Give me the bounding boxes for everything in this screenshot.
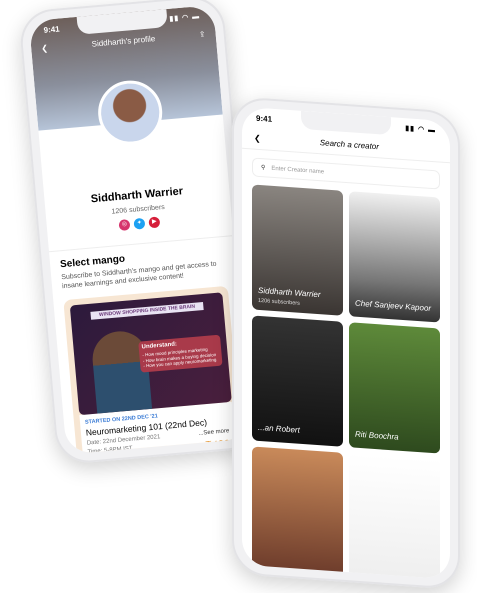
creator-search-input[interactable]: ⚲ Enter Creator name — [252, 157, 440, 190]
see-more-link[interactable]: ...See more — [198, 428, 229, 437]
creator-tile[interactable]: Chef Sanjeev Kapoor — [349, 191, 440, 323]
search-icon: ⚲ — [261, 165, 266, 172]
creator-tile[interactable] — [252, 446, 343, 578]
profile-phone: 9:41 ▮▮ ◠ ▬ ❮ Siddharth's profile ⇪ Siddhar… — [18, 0, 262, 466]
youtube-icon[interactable]: ▶ — [148, 216, 161, 229]
banner-title: WINDOW SHOPPING INSIDE THE BRAIN — [90, 301, 204, 320]
creator-name — [258, 563, 337, 569]
creator-name: Chef Sanjeev Kapoor — [355, 298, 432, 313]
creator-name: Riti Boochra — [355, 429, 399, 442]
page-title: Siddharth's profile — [91, 34, 156, 49]
share-icon[interactable]: ⇪ — [199, 30, 206, 40]
mango-card[interactable]: WINDOW SHOPPING INSIDE THE BRAIN Underst… — [63, 285, 244, 455]
instagram-icon[interactable]: ◎ — [118, 219, 131, 231]
creator-name: ...an Robert — [258, 422, 300, 435]
status-time: 9:41 — [43, 24, 61, 35]
search-placeholder: Enter Creator name — [271, 165, 325, 175]
creator-tile[interactable]: Riti Boochra — [349, 322, 440, 454]
back-icon[interactable]: ❮ — [41, 44, 48, 54]
status-time: 9:41 — [256, 113, 273, 124]
creator-subscribers — [355, 573, 434, 579]
course-time: Time: 5-8PM IST — [87, 445, 133, 455]
back-icon[interactable]: ❮ — [254, 134, 261, 143]
twitter-icon[interactable]: ✦ — [133, 217, 146, 230]
price: ₹499 — [204, 438, 231, 453]
understand-box: Understand: - How mood principles market… — [138, 334, 223, 373]
price-note: onetime — [210, 453, 232, 454]
creator-tile[interactable]: Siddharth Warrier 1206 subscribers — [252, 184, 343, 316]
course-banner: WINDOW SHOPPING INSIDE THE BRAIN Underst… — [69, 292, 232, 416]
signal-battery-icon: ▮▮ ◠ ▬ — [405, 125, 436, 135]
search-phone: 9:41 ▮▮ ◠ ▬ ❮ Search a creator ⚲ Enter Crea… — [232, 96, 460, 590]
creator-subscribers — [258, 566, 337, 572]
creator-name — [355, 570, 434, 576]
creator-tile[interactable]: ...an Robert — [252, 315, 343, 447]
creator-tile[interactable] — [349, 453, 440, 580]
